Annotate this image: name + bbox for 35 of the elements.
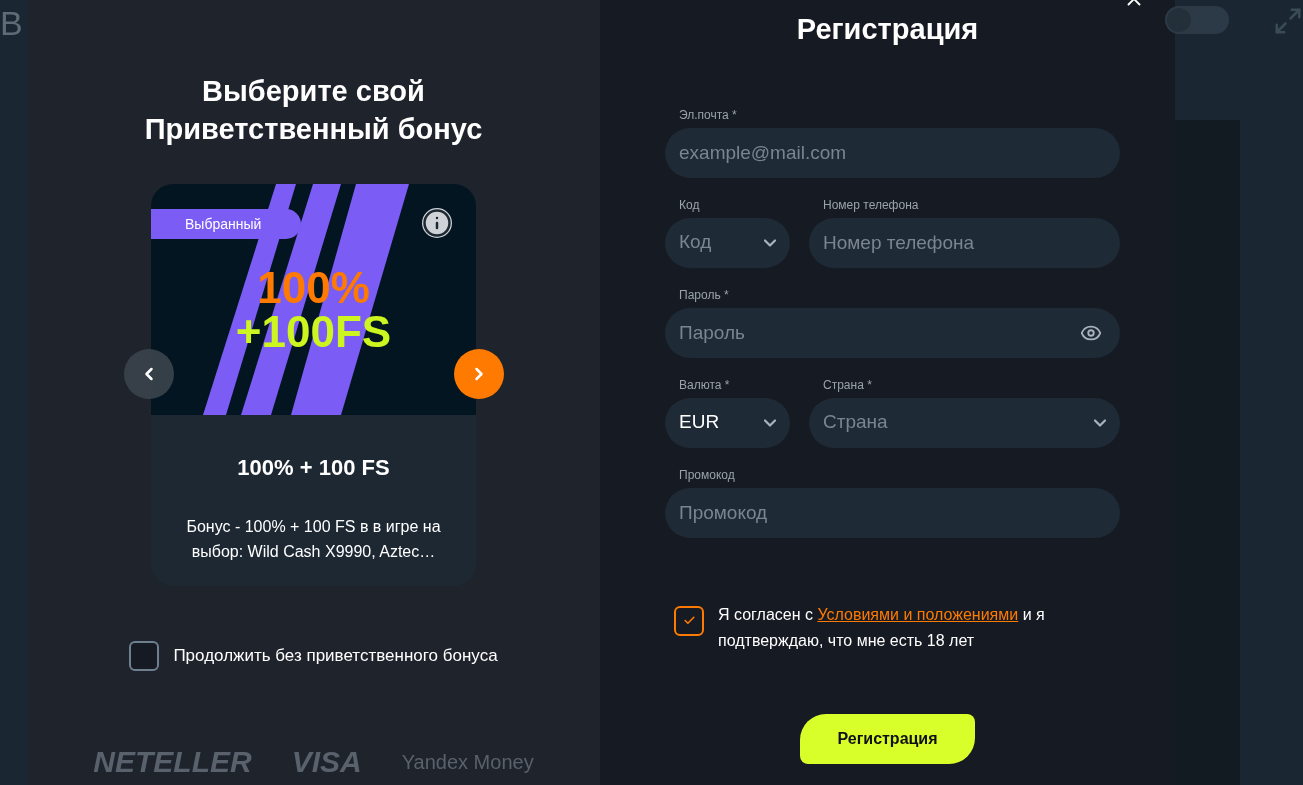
field-label: Валюта * (679, 376, 731, 392)
registration-title: Регистрация (796, 12, 979, 47)
bonus-heading: Выберите свой Приветственный бонус (144, 74, 483, 147)
input-field[interactable]: Номер телефона (809, 217, 1120, 268)
field-label: Промокод (679, 466, 736, 482)
field-label: Эл.почта * (679, 106, 738, 122)
password-field[interactable]: Пароль (665, 307, 1120, 358)
checkbox-label: Продолжить без приветственного бонуса (173, 645, 498, 668)
input-field[interactable]: example@mail.com (665, 127, 1120, 178)
selected-badge: Выбранный (151, 209, 301, 239)
chevron-down-icon (764, 238, 776, 247)
info-icon[interactable] (422, 208, 452, 238)
consent-checkbox[interactable] (674, 605, 704, 636)
checkbox[interactable] (129, 641, 160, 671)
terms-link[interactable]: Условиями и положениями (817, 605, 1019, 623)
select-field[interactable]: Код (665, 217, 790, 268)
select-field[interactable]: Страна (809, 397, 1120, 448)
field-label: Пароль * (679, 286, 730, 302)
register-button[interactable]: Регистрация (800, 713, 975, 764)
select-field[interactable]: EUR (665, 397, 790, 448)
payment-logo: NETELLER (93, 744, 252, 780)
toggle-switch[interactable] (1165, 6, 1229, 34)
bonus-title: 100% + 100 FS (236, 454, 391, 482)
payment-logo: Yandex Money (401, 749, 534, 775)
background-page-title: В (0, 3, 24, 44)
field-label: Номер телефона (823, 196, 920, 212)
bonus-description: Бонус - 100% + 100 FS в в игре на выбор: Wild Cash X9990, Aztec… (185, 517, 442, 562)
chevron-down-icon (764, 418, 776, 427)
field-label: Страна * (823, 376, 873, 392)
field-label: Код (679, 196, 701, 212)
input-field[interactable]: Промокод (665, 487, 1120, 538)
chevron-down-icon (1094, 418, 1106, 427)
consent-text: Я согласен с Условиями и положениями и я подтверждаю, что мне есть 18 лет (718, 604, 1046, 651)
payment-logo: VISA (291, 744, 362, 780)
check-icon (682, 614, 696, 627)
